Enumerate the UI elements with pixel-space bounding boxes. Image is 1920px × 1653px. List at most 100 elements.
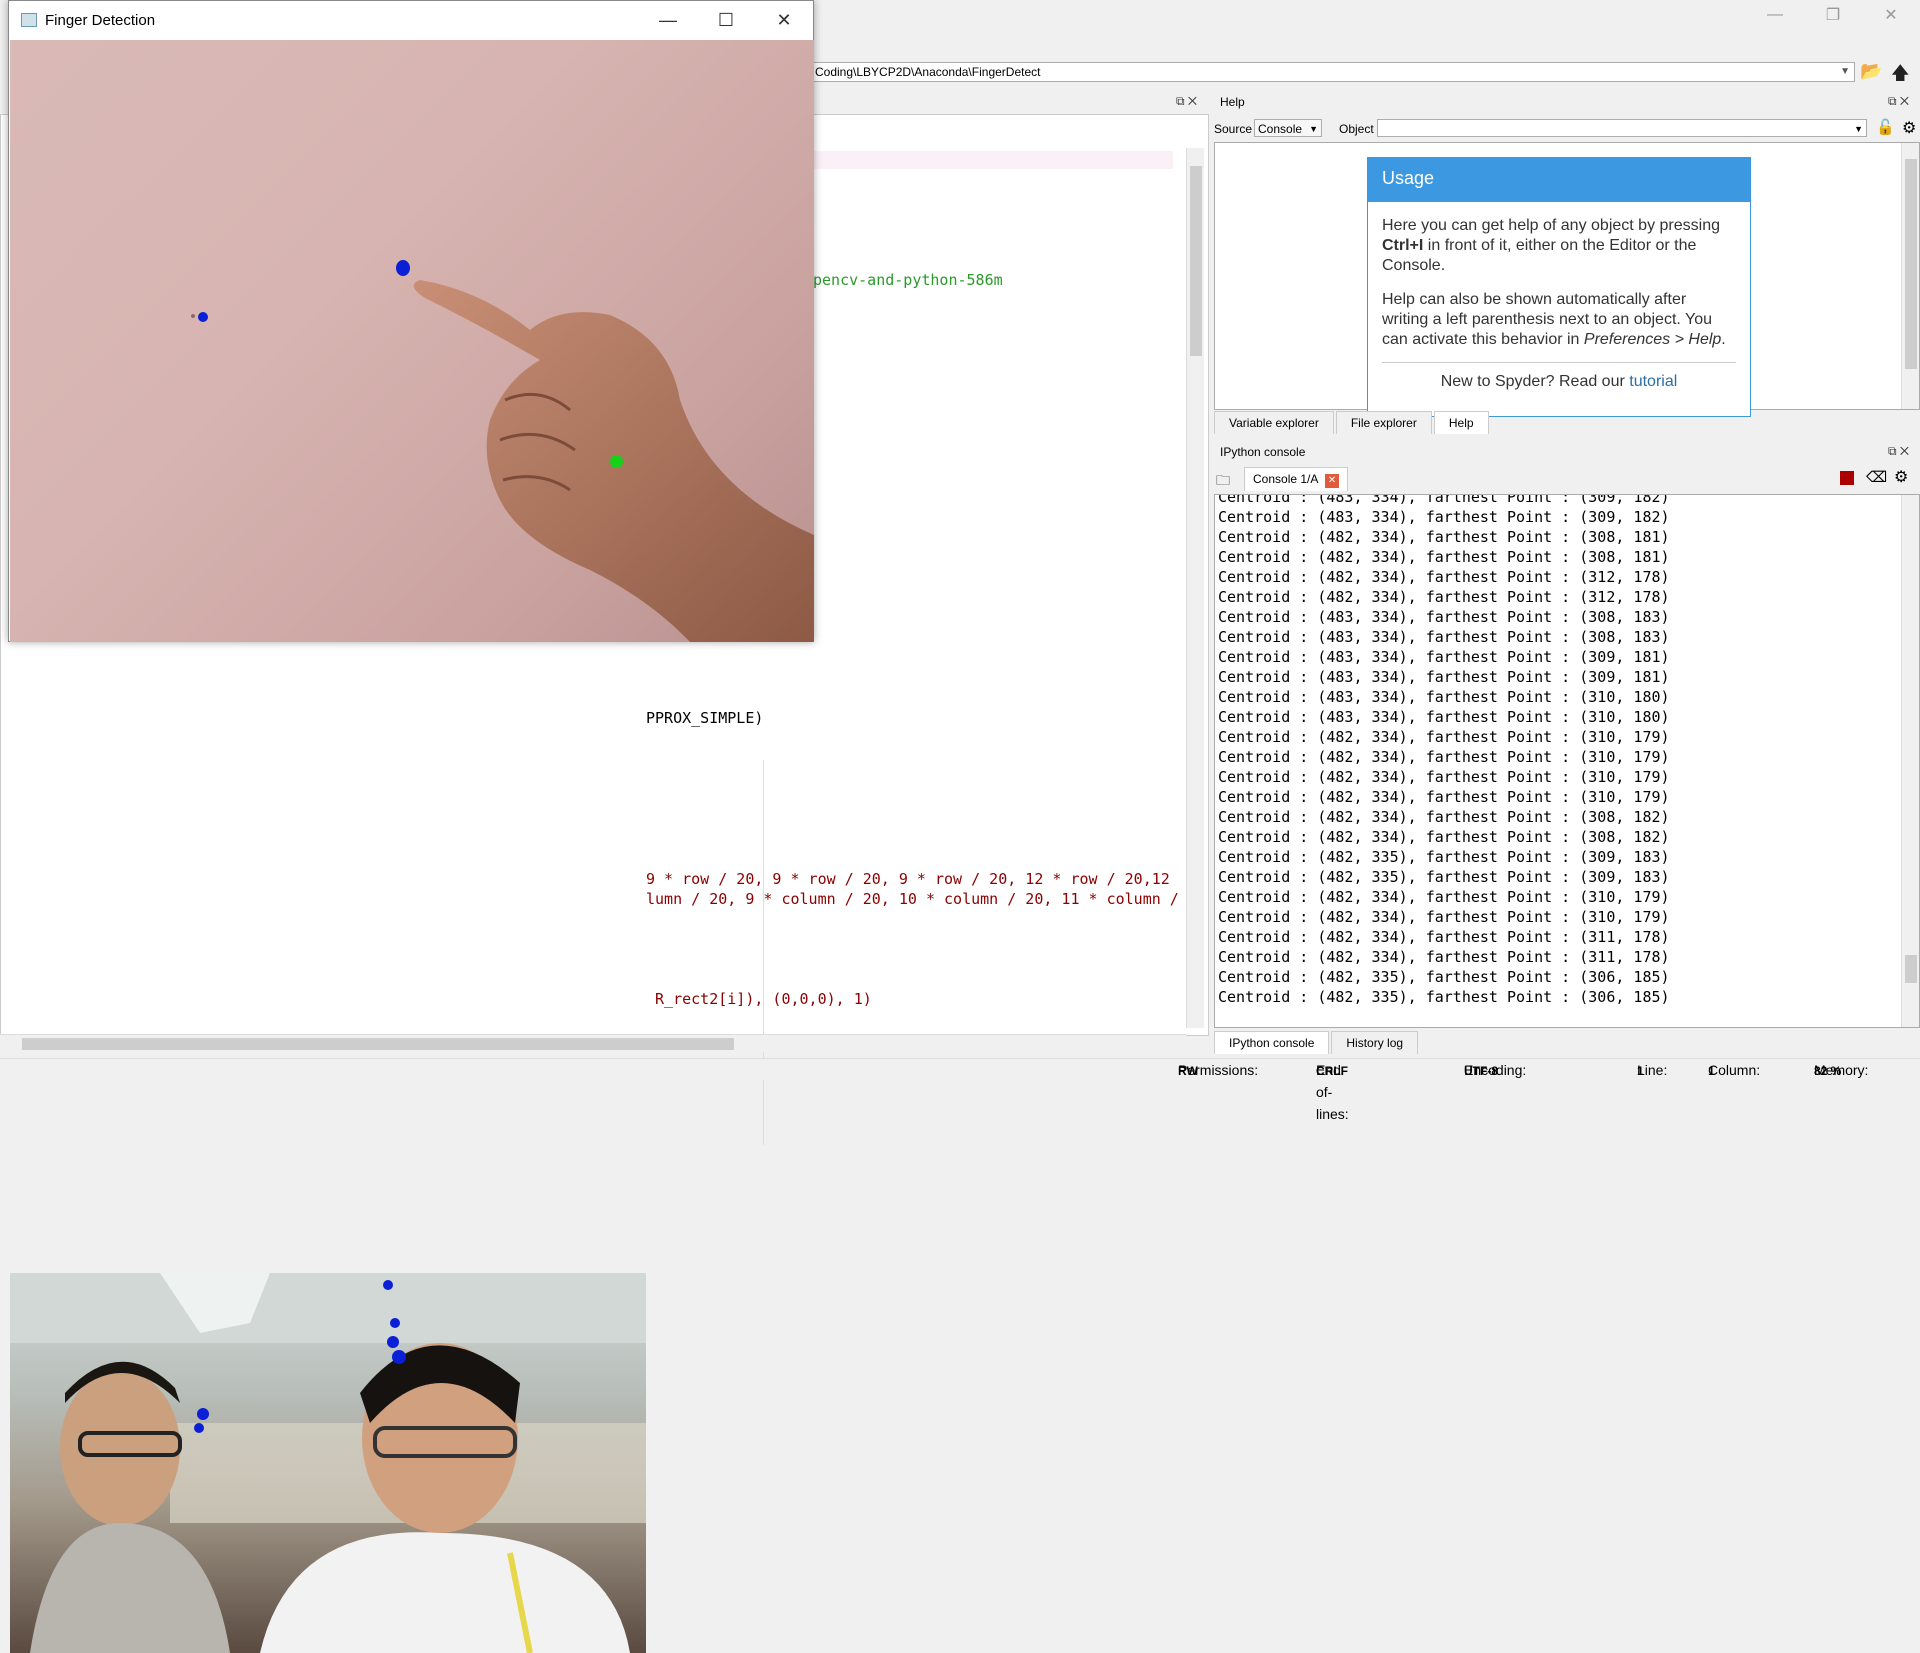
close-tab-icon[interactable]: ✕	[1325, 474, 1340, 488]
object-label: Object	[1339, 122, 1374, 136]
console-output[interactable]: Centroid : (483, 334), farthest Point : …	[1214, 494, 1920, 1028]
shortcut-key: Ctrl+I	[1382, 237, 1424, 254]
working-directory-path: Coding\LBYCP2D\Anaconda\FingerDetect	[815, 65, 1041, 79]
edge-line	[763, 760, 764, 1145]
close-button[interactable]: ✕	[1862, 0, 1920, 30]
spyder-window-controls: — ❐ ✕	[1746, 0, 1920, 30]
current-line-highlight	[813, 151, 1173, 169]
console-line: Centroid : (482, 334), farthest Point : …	[1218, 748, 1670, 766]
console-line: Centroid : (482, 334), farthest Point : …	[1218, 588, 1670, 606]
tracking-marker	[198, 312, 208, 322]
console-line: Centroid : (483, 334), farthest Point : …	[1218, 708, 1670, 726]
new-console-icon[interactable]: 🗀	[1216, 470, 1230, 494]
editor-vertical-scrollbar[interactable]	[1186, 148, 1204, 1028]
code-line: pencv-and-python-586m	[813, 271, 1003, 289]
gear-icon[interactable]: ⚙	[1902, 118, 1916, 138]
fingertip-marker	[396, 260, 410, 276]
tracking-marker	[387, 1336, 399, 1348]
lock-icon[interactable]: 🔓	[1876, 118, 1895, 136]
finger-detection-window[interactable]: Finger Detection — ☐ ✕	[8, 0, 814, 642]
console-line: Centroid : (482, 334), farthest Point : …	[1218, 728, 1670, 746]
object-input[interactable]: ▼	[1377, 119, 1867, 137]
eraser-icon[interactable]: ⌫	[1866, 468, 1887, 486]
tutorial-link[interactable]: tutorial	[1629, 373, 1677, 390]
console-line: Centroid : (483, 334), farthest Point : …	[1218, 668, 1670, 686]
console-line: Centroid : (482, 335), farthest Point : …	[1218, 868, 1670, 886]
tracking-marker	[194, 1423, 204, 1433]
tab-variable-explorer[interactable]: Variable explorer	[1214, 411, 1334, 434]
maximize-button[interactable]: ☐	[697, 1, 755, 39]
chevron-down-icon[interactable]: ▼	[1840, 65, 1850, 79]
arrow-up-icon[interactable]: 🡅	[1891, 61, 1910, 91]
scrollbar-thumb[interactable]	[1905, 955, 1917, 983]
window-controls: — ☐ ✕	[639, 1, 813, 39]
tracking-marker	[392, 1350, 406, 1364]
undock-icon[interactable]: ⧉	[1888, 94, 1897, 108]
status-eol: End-of-lines: CRLF	[1316, 1062, 1349, 1122]
source-select[interactable]: Console ▼	[1254, 119, 1322, 137]
editor-horizontal-scrollbar[interactable]	[0, 1034, 1186, 1052]
working-directory-combobox[interactable]: Coding\LBYCP2D\Anaconda\FingerDetect ▼	[810, 62, 1855, 82]
preferences-path: Preferences > Help	[1583, 331, 1722, 348]
undock-icon[interactable]: ⧉	[1888, 444, 1897, 458]
console-line: Centroid : (482, 334), farthest Point : …	[1218, 568, 1670, 586]
close-pane-icon[interactable]: ✕	[1188, 94, 1197, 108]
source-label: Source	[1214, 122, 1253, 136]
tab-file-explorer[interactable]: File explorer	[1335, 411, 1432, 434]
help-scrollbar[interactable]	[1901, 143, 1919, 409]
console-line: Centroid : (482, 334), farthest Point : …	[1218, 828, 1670, 846]
console-scrollbar[interactable]	[1901, 495, 1919, 1027]
console-line: Centroid : (483, 334), farthest Point : …	[1218, 608, 1670, 626]
restore-button[interactable]: ❐	[1804, 0, 1862, 30]
editor-pane-buttons: ⧉ ✕	[1176, 94, 1197, 109]
help-pane-title: Help	[1220, 95, 1245, 109]
app-icon	[21, 13, 37, 27]
console-line: Centroid : (483, 334), farthest Point : …	[1218, 494, 1670, 506]
console-line: Centroid : (482, 335), farthest Point : …	[1218, 988, 1670, 1006]
scrollbar-thumb[interactable]	[1905, 159, 1917, 369]
console-tab[interactable]: Console 1/A ✕	[1244, 467, 1349, 491]
close-pane-icon[interactable]: ✕	[1900, 444, 1909, 458]
console-line: Centroid : (482, 334), farthest Point : …	[1218, 928, 1670, 946]
scrollbar-thumb[interactable]	[22, 1038, 734, 1050]
folder-open-icon[interactable]: 📂	[1860, 61, 1882, 82]
code-line: R_rect2[i]), (0,0,0), 1)	[646, 990, 872, 1008]
divider	[1382, 362, 1736, 363]
undock-icon[interactable]: ⧉	[1176, 94, 1185, 108]
code-line: lumn / 20, 9 * column / 20, 10 * column …	[646, 890, 1179, 908]
console-tab-label: Console 1/A	[1253, 472, 1318, 486]
console-line: Centroid : (482, 334), farthest Point : …	[1218, 808, 1670, 826]
console-line: Centroid : (482, 334), farthest Point : …	[1218, 768, 1670, 786]
help-tabs: Variable explorer File explorer Help	[1214, 411, 1491, 434]
console-line: Centroid : (482, 334), farthest Point : …	[1218, 908, 1670, 926]
gear-icon[interactable]: ⚙	[1894, 467, 1908, 487]
status-column: Column: 1	[1708, 1062, 1761, 1078]
console-pane-buttons: ⧉ ✕	[1888, 444, 1909, 459]
tab-help[interactable]: Help	[1433, 411, 1489, 434]
camera-window-2[interactable]	[0, 630, 648, 1653]
tracking-marker	[390, 1318, 400, 1328]
tracking-marker	[197, 1408, 209, 1420]
minimize-button[interactable]: —	[639, 1, 697, 39]
chevron-down-icon[interactable]: ▼	[1854, 124, 1863, 134]
scrollbar-thumb[interactable]	[1190, 166, 1202, 356]
finger-detection-titlebar[interactable]: Finger Detection — ☐ ✕	[9, 1, 813, 39]
code-line: 9 * row / 20, 9 * row / 20, 9 * row / 20…	[646, 870, 1170, 888]
console-line: Centroid : (483, 334), farthest Point : …	[1218, 648, 1670, 666]
console-line: Centroid : (482, 335), farthest Point : …	[1218, 848, 1670, 866]
tab-ipython-console[interactable]: IPython console	[1214, 1031, 1330, 1054]
camera-scene	[10, 1273, 646, 1653]
chevron-down-icon: ▼	[1309, 124, 1318, 134]
code-line: PPROX_SIMPLE)	[646, 709, 764, 727]
console-line: Centroid : (483, 334), farthest Point : …	[1218, 508, 1670, 526]
hand-scene	[191, 280, 814, 642]
help-content: Usage Here you can get help of any objec…	[1214, 142, 1920, 417]
close-pane-icon[interactable]: ✕	[1900, 94, 1909, 108]
minimize-button[interactable]: —	[1746, 0, 1804, 30]
status-permissions: Permissions: RW	[1178, 1062, 1259, 1078]
close-button[interactable]: ✕	[755, 1, 813, 39]
usage-paragraph-1: Here you can get help of any object by p…	[1382, 217, 1720, 274]
stop-icon[interactable]	[1840, 471, 1854, 485]
tab-history-log[interactable]: History log	[1331, 1031, 1419, 1054]
window-title: Finger Detection	[45, 11, 156, 29]
